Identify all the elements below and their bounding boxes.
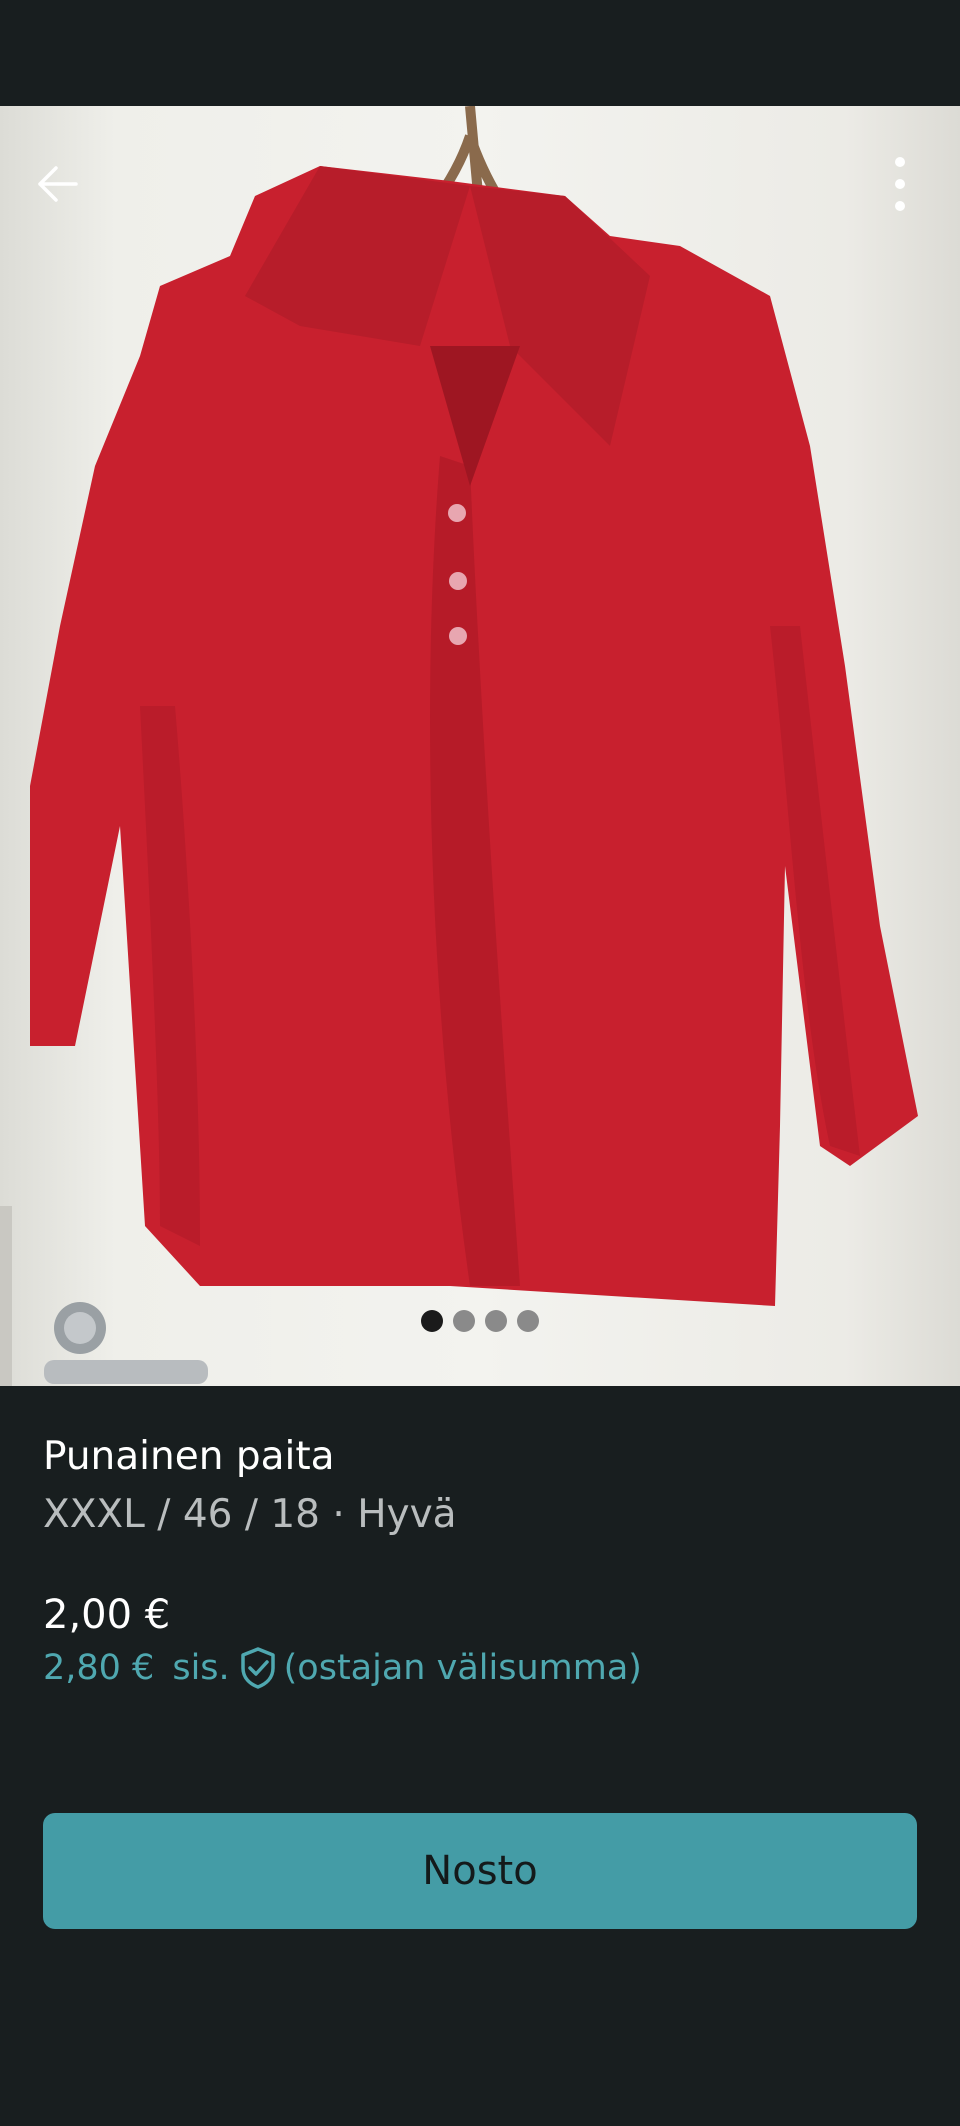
buy-button[interactable]: Nosto [43, 1813, 917, 1929]
buyer-price-incl: sis. [172, 1648, 230, 1688]
carousel-indicator [0, 1310, 960, 1334]
arrow-left-icon [34, 160, 82, 212]
carousel-dot-4[interactable] [517, 1310, 539, 1332]
more-vertical-icon [894, 156, 906, 216]
carousel-dot-3[interactable] [485, 1310, 507, 1332]
back-button[interactable] [22, 150, 94, 222]
item-price: 2,00 € [43, 1592, 171, 1638]
item-photo[interactable] [0, 106, 960, 1386]
status-bar [0, 0, 960, 106]
buyer-price-row[interactable]: 2,80 € sis. (ostajan välisumma) [43, 1646, 642, 1690]
shirt-image [0, 106, 918, 1386]
buyer-price-amount: 2,80 € [43, 1648, 155, 1688]
item-title: Punainen paita [43, 1434, 335, 1479]
carousel-dot-1[interactable] [421, 1310, 443, 1332]
carousel-dot-2[interactable] [453, 1310, 475, 1332]
buy-button-label: Nosto [422, 1848, 538, 1894]
buyer-price-note: (ostajan välisumma) [283, 1648, 642, 1688]
more-options-button[interactable] [864, 150, 936, 222]
shield-check-icon [238, 1646, 278, 1690]
item-details: XXXL / 46 / 18 · Hyvä [43, 1492, 457, 1537]
